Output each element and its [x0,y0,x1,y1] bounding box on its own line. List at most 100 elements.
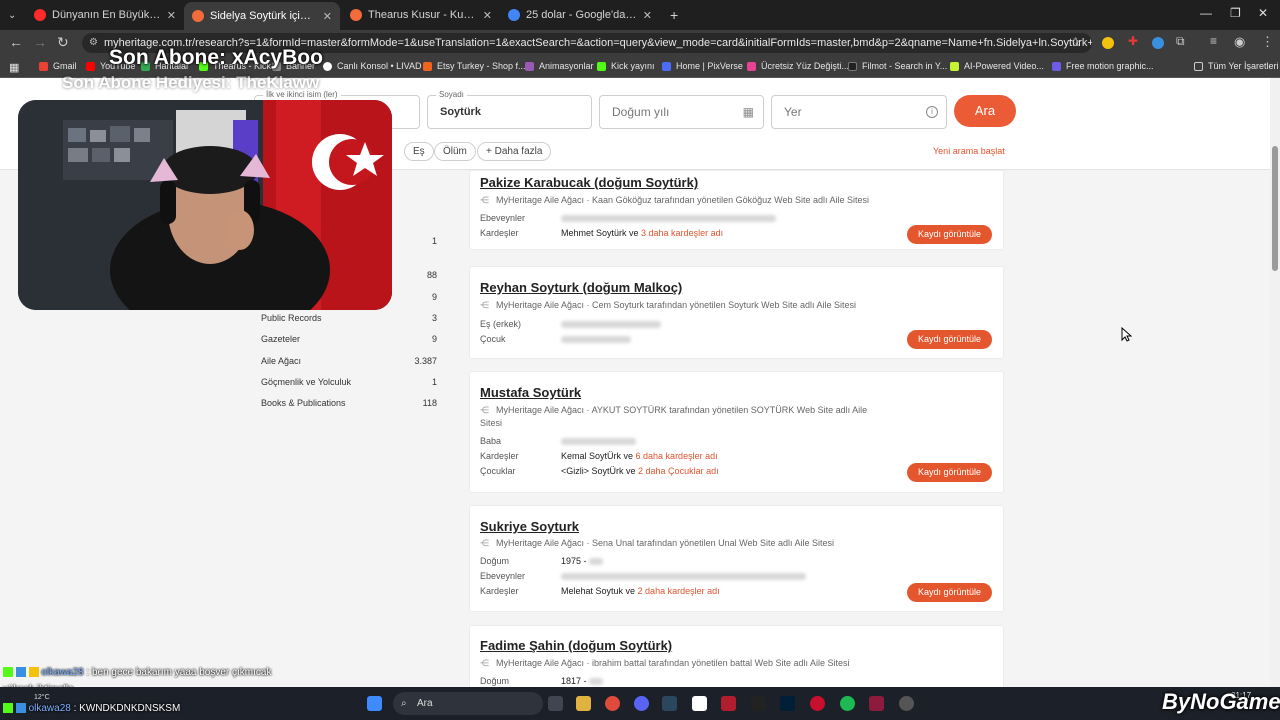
record-name[interactable]: Pakize Karabucak (doğum Soytürk) [480,175,698,190]
field-label: Kardeşler [480,586,519,596]
category-immigration[interactable]: Göçmenlik ve Yolculuk 1 [261,377,437,387]
more-link[interactable]: 2 daha Çocuklar adı [638,466,719,476]
bookmark-label: Etsy Turkey - Shop f... [437,61,526,71]
search-button[interactable]: Ara [954,95,1016,127]
bookmark-ai-video[interactable]: AI-Powered Video... [950,61,1044,71]
discord-icon[interactable] [634,696,649,711]
surname-field[interactable]: Soyadı Soytürk [427,90,592,129]
bookmark-star-icon[interactable]: ☆ [1070,34,1082,50]
tab-list-button[interactable]: ⌄ [0,4,26,26]
tab-2[interactable]: Thearus Kusur - Kusur Web Site ✕ [342,4,500,26]
close-tab-icon[interactable]: ✕ [643,9,652,22]
app-icon[interactable] [869,696,884,711]
webcam-feed [18,100,392,310]
all-bookmarks[interactable]: Tüm Yer İşaretleri [1194,61,1279,71]
photoshop-icon[interactable] [780,696,795,711]
youtube-icon [34,9,46,21]
taskbar-search[interactable]: ⌕ Ara [393,692,543,715]
record-field: Eş (erkek) [480,319,661,329]
new-search-link[interactable]: Yeni arama başlat [933,146,1005,156]
chip-death[interactable]: Ölüm [434,142,476,161]
category-books[interactable]: Books & Publications 118 [261,398,437,408]
windows-start-icon[interactable] [367,696,382,711]
view-record-button[interactable]: Kaydı görüntüle [907,583,992,602]
reload-icon[interactable]: ↻ [57,34,69,51]
bookmark-gmail[interactable]: Gmail [39,61,77,71]
bookmark-etsy[interactable]: Etsy Turkey - Shop f... [423,61,526,71]
extension-icon[interactable] [1152,37,1164,49]
category-newspapers[interactable]: Gazeteler 9 [261,334,437,344]
apps-grid-icon[interactable]: ▦ [9,61,19,74]
bookmark-kick-stream[interactable]: Kick yayını [597,61,655,71]
extension-icon[interactable]: ✚ [1128,34,1138,48]
category-public-records[interactable]: Public Records 3 [261,313,437,323]
minimize-icon[interactable]: — [1200,6,1212,20]
steam-icon[interactable] [662,696,677,711]
source-manager: Kaan Gököğuz tarafından yönetilen Gököğu… [592,195,870,205]
record-name[interactable]: Sukriye Soyturk [480,519,579,534]
new-tab-button[interactable]: + [662,4,682,26]
birth-year-field[interactable]: Doğum yılı ▦ [599,95,764,129]
extensions-puzzle-icon[interactable]: ⧉ [1176,34,1185,49]
tab-3[interactable]: 25 dolar - Google'da Ara ✕ [500,4,660,26]
place-field[interactable]: Yer i [771,95,947,129]
bookmark-label: Tüm Yer İşaretleri [1208,61,1279,71]
tab-0[interactable]: Dünyanın En Büyük 'Yeraltı Topl ✕ [26,4,184,26]
view-record-button[interactable]: Kaydı görüntüle [907,330,992,349]
redacted-value [589,558,604,566]
bookmark-livad[interactable]: Canlı Konsol • LIVAD [323,61,422,71]
info-icon[interactable]: i [926,106,938,118]
myheritage-icon [350,9,362,21]
obs-icon[interactable] [899,696,914,711]
scrollbar[interactable] [1270,78,1280,687]
field-value: <Gizli> SoytÜrk ve [561,466,639,476]
bookmark-animations[interactable]: Animasyonlar [525,61,594,71]
source-label: MyHeritage Aile Ağacı [496,658,585,668]
chip-spouse[interactable]: Eş [404,142,434,161]
bookmark-faceswap[interactable]: Ücretsiz Yüz Değişti... [747,61,849,71]
pixverse-icon [662,61,671,71]
record-card: Pakize Karabucak (doğum Soytürk) ⋲ MyHeri… [469,170,1004,250]
file-explorer-icon[interactable] [576,696,591,711]
extension-icon[interactable] [1102,37,1114,49]
site-info-icon[interactable]: ⚙ [89,33,98,53]
more-link[interactable]: 2 daha kardeşler adı [638,586,720,596]
close-tab-icon[interactable]: ✕ [323,10,332,23]
app-icon[interactable] [721,696,736,711]
spotify-icon[interactable] [840,696,855,711]
bookmark-filmot[interactable]: Filmot - Search in Y... [848,61,947,71]
close-tab-icon[interactable]: ✕ [167,9,176,22]
stream-last-subscriber: Son Abone: xAcyBoo [109,46,323,69]
more-link[interactable]: 3 daha kardeşler adı [641,228,723,238]
forward-icon[interactable]: → [33,34,47,50]
close-tab-icon[interactable]: ✕ [483,9,492,22]
bookmark-motion-graphics[interactable]: Free motion graphic... [1052,61,1154,71]
media-control-icon[interactable]: ≡ [1210,34,1217,48]
tab-1[interactable]: Sidelya Soytürk için tüm kayıtla ✕ [184,2,340,30]
record-source: ⋲ MyHeritage Aile Ağacı · ibrahim battal … [480,658,850,668]
close-window-icon[interactable]: ✕ [1258,6,1268,20]
profile-icon[interactable]: ◉ [1234,34,1245,50]
view-record-button[interactable]: Kaydı görüntüle [907,463,992,482]
category-count: 1 [431,377,437,387]
record-field: Baba [480,436,636,446]
view-record-button[interactable]: Kaydı görüntüle [907,225,992,244]
back-icon[interactable]: ← [9,34,23,50]
maximize-icon[interactable]: ❐ [1230,6,1241,20]
record-name[interactable]: Mustafa Soytürk [480,385,581,400]
task-view-icon[interactable] [548,696,563,711]
capcut-icon[interactable] [692,696,707,711]
category-family-tree[interactable]: Aile Ağacı 3.387 [261,356,437,366]
app-icon[interactable] [810,696,825,711]
category-count: 3.387 [414,356,437,366]
chip-more[interactable]: + Daha fazla [477,142,552,161]
record-name[interactable]: Reyhan Soyturk (doğum Malkoç) [480,280,682,295]
epic-games-icon[interactable] [751,696,766,711]
bookmark-pixverse[interactable]: Home | PixVerse [662,61,743,71]
record-field: Ebeveynler [480,571,806,581]
more-link[interactable]: 6 daha kardeşler adı [636,451,718,461]
chrome-icon[interactable] [605,696,620,711]
menu-icon[interactable]: ⋮ [1261,34,1274,50]
scrollbar-thumb[interactable] [1272,146,1278,271]
record-name[interactable]: Fadime Şahin (doğum Soytürk) [480,638,672,653]
